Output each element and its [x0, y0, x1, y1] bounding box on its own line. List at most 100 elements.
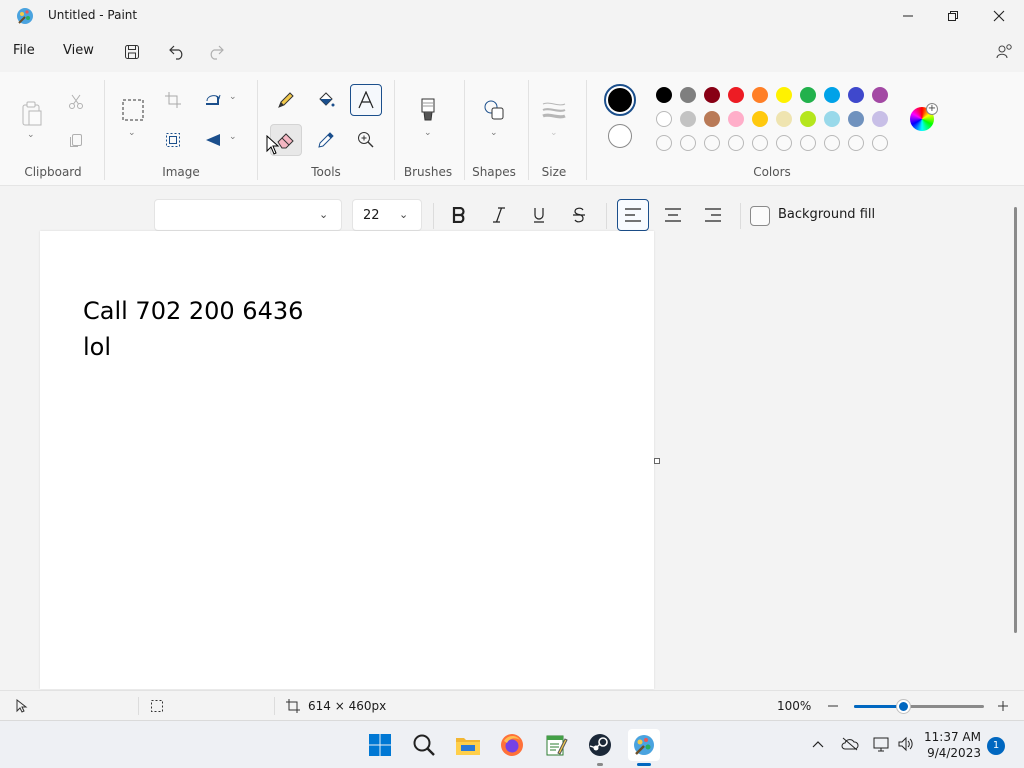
- zoom-in-button[interactable]: [996, 699, 1010, 716]
- pencil-tool[interactable]: [270, 84, 302, 116]
- align-center-button[interactable]: [657, 199, 689, 231]
- undo-button[interactable]: [165, 40, 189, 64]
- color-swatch[interactable]: [776, 111, 792, 127]
- custom-color-slot[interactable]: [800, 135, 816, 151]
- color-swatch[interactable]: [848, 111, 864, 127]
- custom-color-slot[interactable]: [776, 135, 792, 151]
- window-title: Untitled - Paint: [48, 8, 138, 22]
- restore-button[interactable]: [930, 0, 976, 32]
- redo-button[interactable]: [204, 40, 228, 64]
- secondary-color-swatch[interactable]: [608, 124, 632, 148]
- custom-color-slot[interactable]: [680, 135, 696, 151]
- color-swatch[interactable]: [704, 111, 720, 127]
- color-swatch[interactable]: [872, 111, 888, 127]
- resize-button[interactable]: [157, 124, 189, 156]
- flip-button[interactable]: [197, 124, 229, 156]
- firefox-button[interactable]: [496, 729, 528, 761]
- text-tool[interactable]: [350, 84, 382, 116]
- color-swatch[interactable]: [656, 87, 672, 103]
- paint-taskbar-button[interactable]: [628, 729, 660, 766]
- color-swatch[interactable]: [800, 87, 816, 103]
- background-fill-checkbox[interactable]: [750, 206, 770, 226]
- color-swatch[interactable]: [776, 87, 792, 103]
- edit-colors-button[interactable]: +: [910, 103, 938, 131]
- select-chevron-icon[interactable]: ⌄: [128, 128, 136, 138]
- notification-badge[interactable]: 1: [987, 737, 1005, 755]
- notepad-button[interactable]: [540, 729, 572, 761]
- cut-button[interactable]: [60, 86, 92, 118]
- search-button[interactable]: [408, 729, 440, 761]
- color-swatch[interactable]: [824, 111, 840, 127]
- align-left-button[interactable]: [617, 199, 649, 231]
- size-chevron-icon[interactable]: ⌄: [550, 128, 558, 138]
- color-swatch[interactable]: [752, 87, 768, 103]
- paste-chevron-icon[interactable]: ⌄: [27, 130, 35, 140]
- drawing-canvas[interactable]: Call 702 200 6436 lol: [40, 231, 654, 689]
- system-clock[interactable]: 11:37 AM 9/4/2023: [924, 729, 981, 761]
- clock-date: 9/4/2023: [927, 746, 981, 760]
- shapes-chevron-icon[interactable]: ⌄: [490, 128, 498, 138]
- minimize-button[interactable]: [885, 0, 931, 32]
- save-button[interactable]: [120, 40, 144, 64]
- magnifier-tool[interactable]: [350, 124, 382, 156]
- color-swatch[interactable]: [728, 111, 744, 127]
- color-swatch[interactable]: [728, 87, 744, 103]
- primary-color-swatch[interactable]: [604, 84, 636, 116]
- color-swatch[interactable]: [824, 87, 840, 103]
- custom-color-slot[interactable]: [656, 135, 672, 151]
- color-swatch[interactable]: [680, 87, 696, 103]
- custom-color-slot[interactable]: [824, 135, 840, 151]
- network-button[interactable]: [872, 734, 892, 754]
- font-family-select[interactable]: ⌄: [154, 199, 342, 231]
- color-swatch[interactable]: [752, 111, 768, 127]
- select-button[interactable]: [117, 94, 149, 126]
- italic-button[interactable]: [483, 199, 515, 231]
- rotate-chevron-icon[interactable]: ⌄: [229, 92, 237, 102]
- onedrive-button[interactable]: [840, 734, 860, 754]
- brushes-button[interactable]: [412, 94, 444, 126]
- color-picker-tool[interactable]: [310, 124, 342, 156]
- strikethrough-button[interactable]: [563, 199, 595, 231]
- copy-button[interactable]: [60, 124, 92, 156]
- zoom-slider[interactable]: [854, 700, 984, 713]
- font-size-select[interactable]: 22 ⌄: [352, 199, 422, 231]
- color-swatch[interactable]: [656, 111, 672, 127]
- custom-color-slot[interactable]: [848, 135, 864, 151]
- crop-button[interactable]: [157, 84, 189, 116]
- align-right-button[interactable]: [697, 199, 729, 231]
- color-swatch[interactable]: [848, 87, 864, 103]
- zoom-level-text[interactable]: 100%: [777, 699, 811, 713]
- zoom-out-button[interactable]: [826, 699, 840, 716]
- custom-color-slot[interactable]: [704, 135, 720, 151]
- flip-chevron-icon[interactable]: ⌄: [229, 132, 237, 142]
- size-button[interactable]: [538, 94, 570, 126]
- brushes-chevron-icon[interactable]: ⌄: [424, 128, 432, 138]
- shapes-button[interactable]: [478, 94, 510, 126]
- account-button[interactable]: [992, 40, 1016, 64]
- rotate-button[interactable]: [197, 84, 229, 116]
- menu-file[interactable]: File: [13, 43, 35, 58]
- custom-color-slot[interactable]: [728, 135, 744, 151]
- file-explorer-button[interactable]: [452, 729, 484, 761]
- underline-button[interactable]: [523, 199, 555, 231]
- custom-color-slot[interactable]: [752, 135, 768, 151]
- paste-button[interactable]: [16, 94, 48, 134]
- canvas-resize-handle[interactable]: [654, 458, 660, 464]
- color-swatch[interactable]: [704, 87, 720, 103]
- start-button[interactable]: [364, 729, 396, 761]
- steam-button[interactable]: [584, 729, 616, 766]
- fill-tool[interactable]: [310, 84, 342, 116]
- bold-button[interactable]: [443, 199, 475, 231]
- show-hidden-icons-button[interactable]: [808, 734, 828, 754]
- zoom-slider-thumb[interactable]: [897, 700, 911, 713]
- vertical-scrollbar[interactable]: [1014, 207, 1017, 633]
- custom-color-slot[interactable]: [872, 135, 888, 151]
- color-swatch[interactable]: [800, 111, 816, 127]
- color-swatch[interactable]: [872, 87, 888, 103]
- menu-view[interactable]: View: [63, 43, 94, 58]
- close-button[interactable]: [976, 0, 1022, 32]
- canvas-text-box[interactable]: Call 702 200 6436 lol: [83, 293, 303, 365]
- color-swatch[interactable]: [680, 111, 696, 127]
- background-fill-label[interactable]: Background fill: [778, 207, 875, 222]
- volume-button[interactable]: [896, 734, 916, 754]
